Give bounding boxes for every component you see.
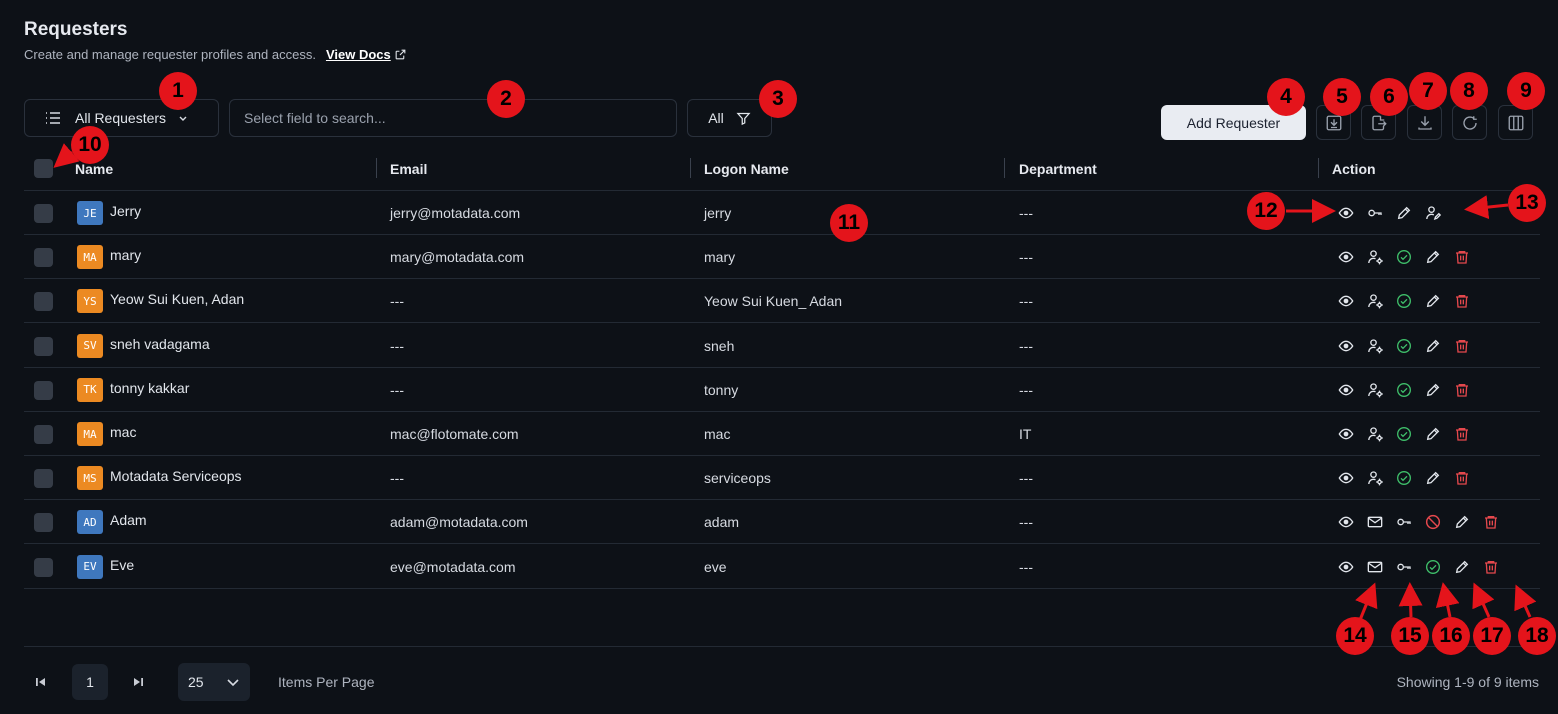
annotation-callout: 14 bbox=[1336, 617, 1374, 655]
annotation-callout: 11 bbox=[830, 204, 868, 242]
annotation-callout: 1 bbox=[159, 72, 197, 110]
annotation-arrow bbox=[1514, 584, 1537, 618]
annotation-callout: 9 bbox=[1507, 72, 1545, 110]
annotation-callout: 2 bbox=[487, 80, 525, 118]
annotation-callout: 6 bbox=[1370, 78, 1408, 116]
annotation-callout: 4 bbox=[1267, 78, 1305, 116]
annotation-callout: 17 bbox=[1473, 617, 1511, 655]
annotation-callout: 15 bbox=[1391, 617, 1429, 655]
annotation-callout: 13 bbox=[1508, 184, 1546, 222]
annotation-arrow bbox=[1464, 195, 1509, 220]
annotation-arrow bbox=[1398, 582, 1423, 618]
annotation-callout: 3 bbox=[759, 80, 797, 118]
annotation-arrow bbox=[1472, 582, 1495, 618]
annotation-arrow bbox=[1435, 582, 1460, 618]
annotation-callout: 16 bbox=[1432, 617, 1470, 655]
annotation-callout: 5 bbox=[1323, 78, 1361, 116]
annotation-arrow bbox=[53, 143, 80, 168]
annotation-callout: 12 bbox=[1247, 192, 1285, 230]
annotation-callout: 8 bbox=[1450, 72, 1488, 110]
annotation-callout: 18 bbox=[1518, 617, 1556, 655]
annotation-arrow bbox=[1355, 582, 1378, 621]
annotation-callout: 7 bbox=[1409, 72, 1447, 110]
annotation-callout: 10 bbox=[71, 126, 109, 164]
